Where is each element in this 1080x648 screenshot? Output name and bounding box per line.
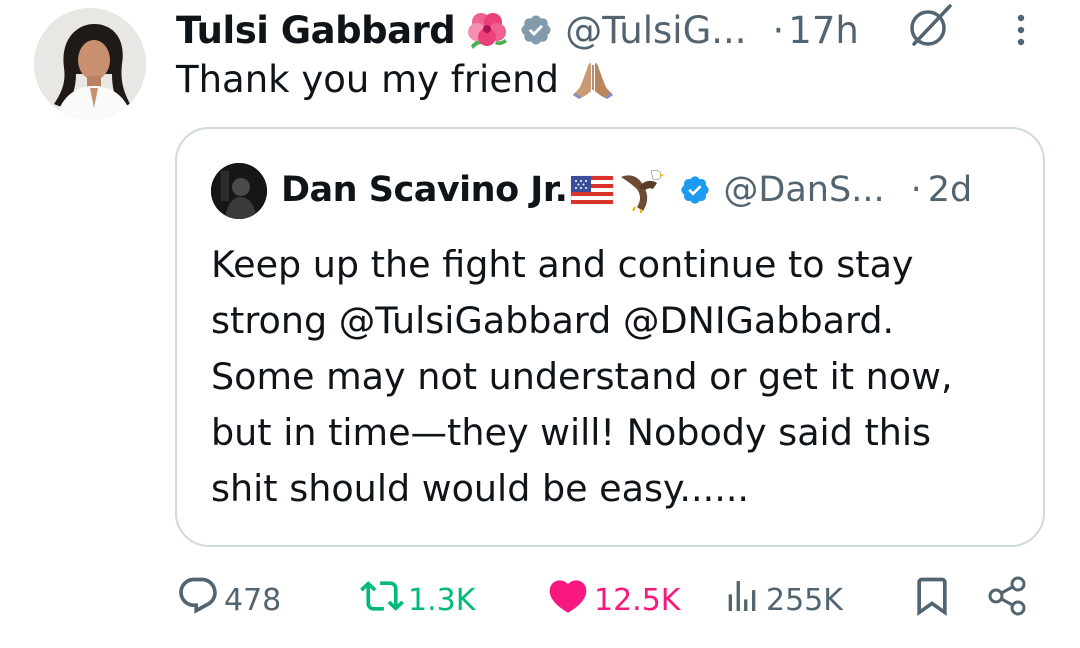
tweet-header: Tulsi Gabbard @TulsiG... · 17h (176, 6, 859, 54)
like-button[interactable]: 12.5K (546, 572, 680, 628)
views-button[interactable]: 255K (722, 572, 843, 628)
grok-icon[interactable] (904, 0, 956, 52)
reply-count: 478 (224, 582, 282, 618)
us-flag-emoji (569, 172, 615, 208)
share-icon (986, 574, 1030, 626)
separator-dot: · (772, 8, 785, 52)
views-icon (722, 574, 762, 626)
views-count: 255K (766, 582, 843, 618)
folded-hands-emoji (571, 59, 615, 101)
bookmark-icon (910, 574, 954, 626)
tweet-text: Thank you my friend (176, 58, 615, 101)
tweet-time[interactable]: 17h (788, 9, 859, 52)
quoted-tweet-header: Dan Scavino Jr. @DanS... · 2d (281, 165, 972, 215)
separator-dot: · (910, 170, 922, 210)
like-icon (546, 574, 590, 626)
quoted-author-name[interactable]: Dan Scavino Jr. (281, 170, 568, 210)
verified-badge-icon[interactable] (519, 13, 553, 47)
quoted-tweet-time[interactable]: 2d (928, 170, 973, 210)
eagle-emoji (617, 167, 665, 213)
retweet-button[interactable]: 1.3K (360, 572, 475, 628)
quoted-tweet-card[interactable]: Dan Scavino Jr. @DanS... · 2d Keep up th… (175, 127, 1045, 547)
reply-button[interactable]: 478 (176, 572, 281, 628)
author-handle[interactable]: @TulsiG... (565, 9, 746, 52)
author-avatar[interactable] (34, 8, 146, 120)
bookmark-button[interactable] (910, 572, 954, 628)
quoted-author-avatar[interactable] (211, 163, 267, 219)
quoted-author-handle[interactable]: @DanS... (723, 170, 884, 210)
hibiscus-emoji (465, 10, 509, 50)
tweet-text-content: Thank you my friend (176, 58, 560, 101)
author-name[interactable]: Tulsi Gabbard (176, 9, 456, 52)
more-options-icon[interactable] (1006, 10, 1036, 50)
tweet-action-bar: 478 1.3K 12.5K 255K (176, 572, 1036, 628)
share-button[interactable] (986, 572, 1030, 628)
reply-icon (176, 574, 220, 626)
retweet-count: 1.3K (408, 582, 476, 618)
retweet-icon (360, 574, 404, 626)
quoted-tweet-text: Keep up the fight and continue to stay s… (211, 243, 953, 510)
like-count: 12.5K (594, 582, 681, 618)
verified-badge-icon[interactable] (679, 174, 711, 206)
